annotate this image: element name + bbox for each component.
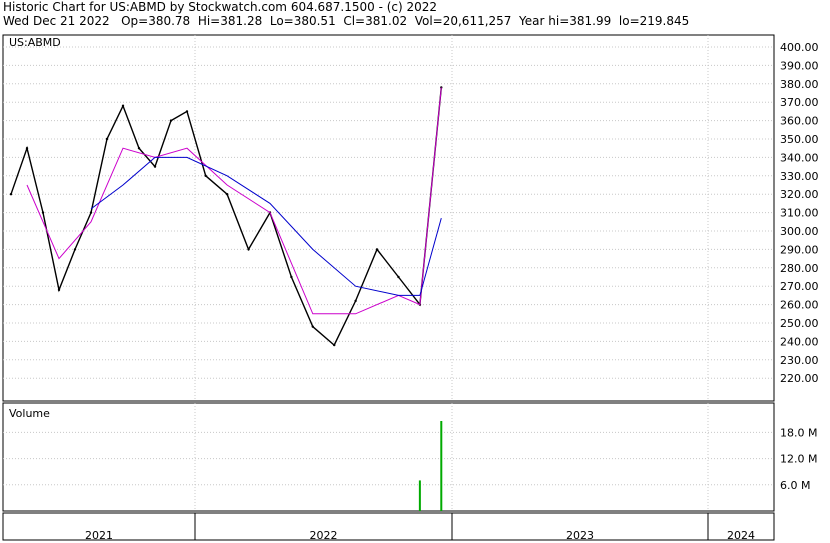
price-point [137, 147, 141, 150]
price-tick-label: 220.00 [780, 372, 819, 385]
price-point [204, 174, 207, 177]
price-tick-label: 310.00 [780, 207, 819, 220]
price-point [89, 211, 93, 214]
price-tick-label: 230.00 [780, 354, 819, 367]
x-tick-label: 2022 [310, 529, 338, 542]
volume-panel-title: Volume [9, 407, 50, 420]
price-tick-label: 240.00 [780, 335, 819, 348]
price-tick-label: 280.00 [780, 262, 819, 275]
price-tick-label: 380.00 [780, 78, 819, 91]
price-tick-label: 290.00 [780, 243, 819, 256]
price-panel-title: US:ABMD [9, 36, 61, 49]
price-point [121, 104, 125, 108]
price-point [153, 165, 157, 168]
price-point [397, 275, 400, 279]
stock-chart: 400.00 390.00 380.00 370.00 360.00 350.00 340.… [2, 34, 819, 542]
price-point [9, 193, 13, 196]
price-point [375, 248, 379, 251]
volume-tick-label: 18.0 M [780, 426, 817, 439]
price-tick-label: 270.00 [780, 280, 819, 293]
price-tick-label: 260.00 [780, 299, 819, 312]
price-tick-label: 350.00 [780, 133, 819, 146]
volume-tick-label: 12.0 M [780, 453, 817, 466]
price-tick-label: 340.00 [780, 151, 819, 164]
x-tick-label: 2023 [566, 529, 594, 542]
price-point [41, 211, 45, 214]
price-tick-label: 300.00 [780, 225, 819, 238]
price-tick-label: 400.00 [780, 41, 819, 54]
price-point [73, 248, 77, 251]
price-panel-frame [2, 34, 775, 402]
price-tick-label: 370.00 [780, 96, 819, 109]
x-axis-frame [2, 512, 775, 541]
price-point [185, 110, 189, 113]
price-tick-label: 330.00 [780, 170, 819, 183]
volume-panel-frame [2, 402, 775, 512]
price-point [333, 343, 336, 347]
volume-bar [418, 480, 421, 511]
price-tick-label: 250.00 [780, 317, 819, 330]
volume-bar [440, 420, 443, 511]
price-point [311, 325, 314, 328]
volume-tick-label: 6.0 M [780, 479, 810, 492]
price-point [247, 248, 250, 251]
price-point [169, 119, 173, 122]
price-point [57, 288, 61, 292]
price-point [105, 137, 109, 141]
price-tick-label: 320.00 [780, 188, 819, 201]
price-tick-label: 390.00 [780, 59, 819, 72]
price-point [354, 299, 357, 303]
x-tick-label: 2024 [727, 529, 755, 542]
price-tick-label: 360.00 [780, 115, 819, 128]
x-tick-label: 2021 [85, 529, 113, 542]
price-point [25, 147, 29, 150]
price-point [225, 193, 229, 196]
price-point [290, 275, 293, 279]
